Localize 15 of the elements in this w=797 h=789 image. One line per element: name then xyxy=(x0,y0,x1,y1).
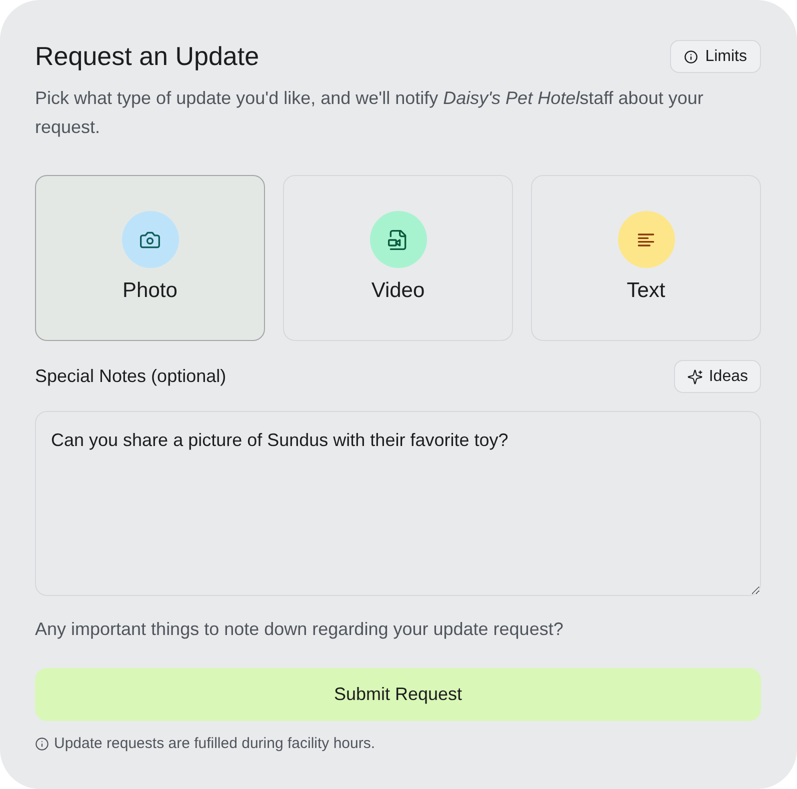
notes-label: Special Notes (optional) xyxy=(35,365,226,388)
update-type-option[interactable]: Video xyxy=(283,175,513,341)
sparkle-icon xyxy=(686,368,703,384)
footnote-text: Update requests are fufilled during facility hours. xyxy=(54,734,376,754)
notes-field[interactable]: Can you share a picture of Sundus with their favorite toy? xyxy=(35,411,761,596)
update-type-option[interactable]: Photo xyxy=(35,175,265,341)
info-icon xyxy=(684,50,698,64)
helper-text: Any important things to note down regarding your update request? xyxy=(35,618,564,641)
submit-button[interactable]: Submit Request xyxy=(35,668,761,721)
info-icon xyxy=(35,737,49,751)
update-type-option[interactable]: Text xyxy=(531,175,761,341)
ideas-button[interactable]: Ideas xyxy=(674,360,761,393)
description-text: Pick what type of update you'd like, and we'll notify Daisy's Pet Hotelstaff about your request. xyxy=(35,87,704,139)
limits-button[interactable]: Limits xyxy=(670,40,761,73)
panel-title: Request an Update xyxy=(35,40,260,73)
